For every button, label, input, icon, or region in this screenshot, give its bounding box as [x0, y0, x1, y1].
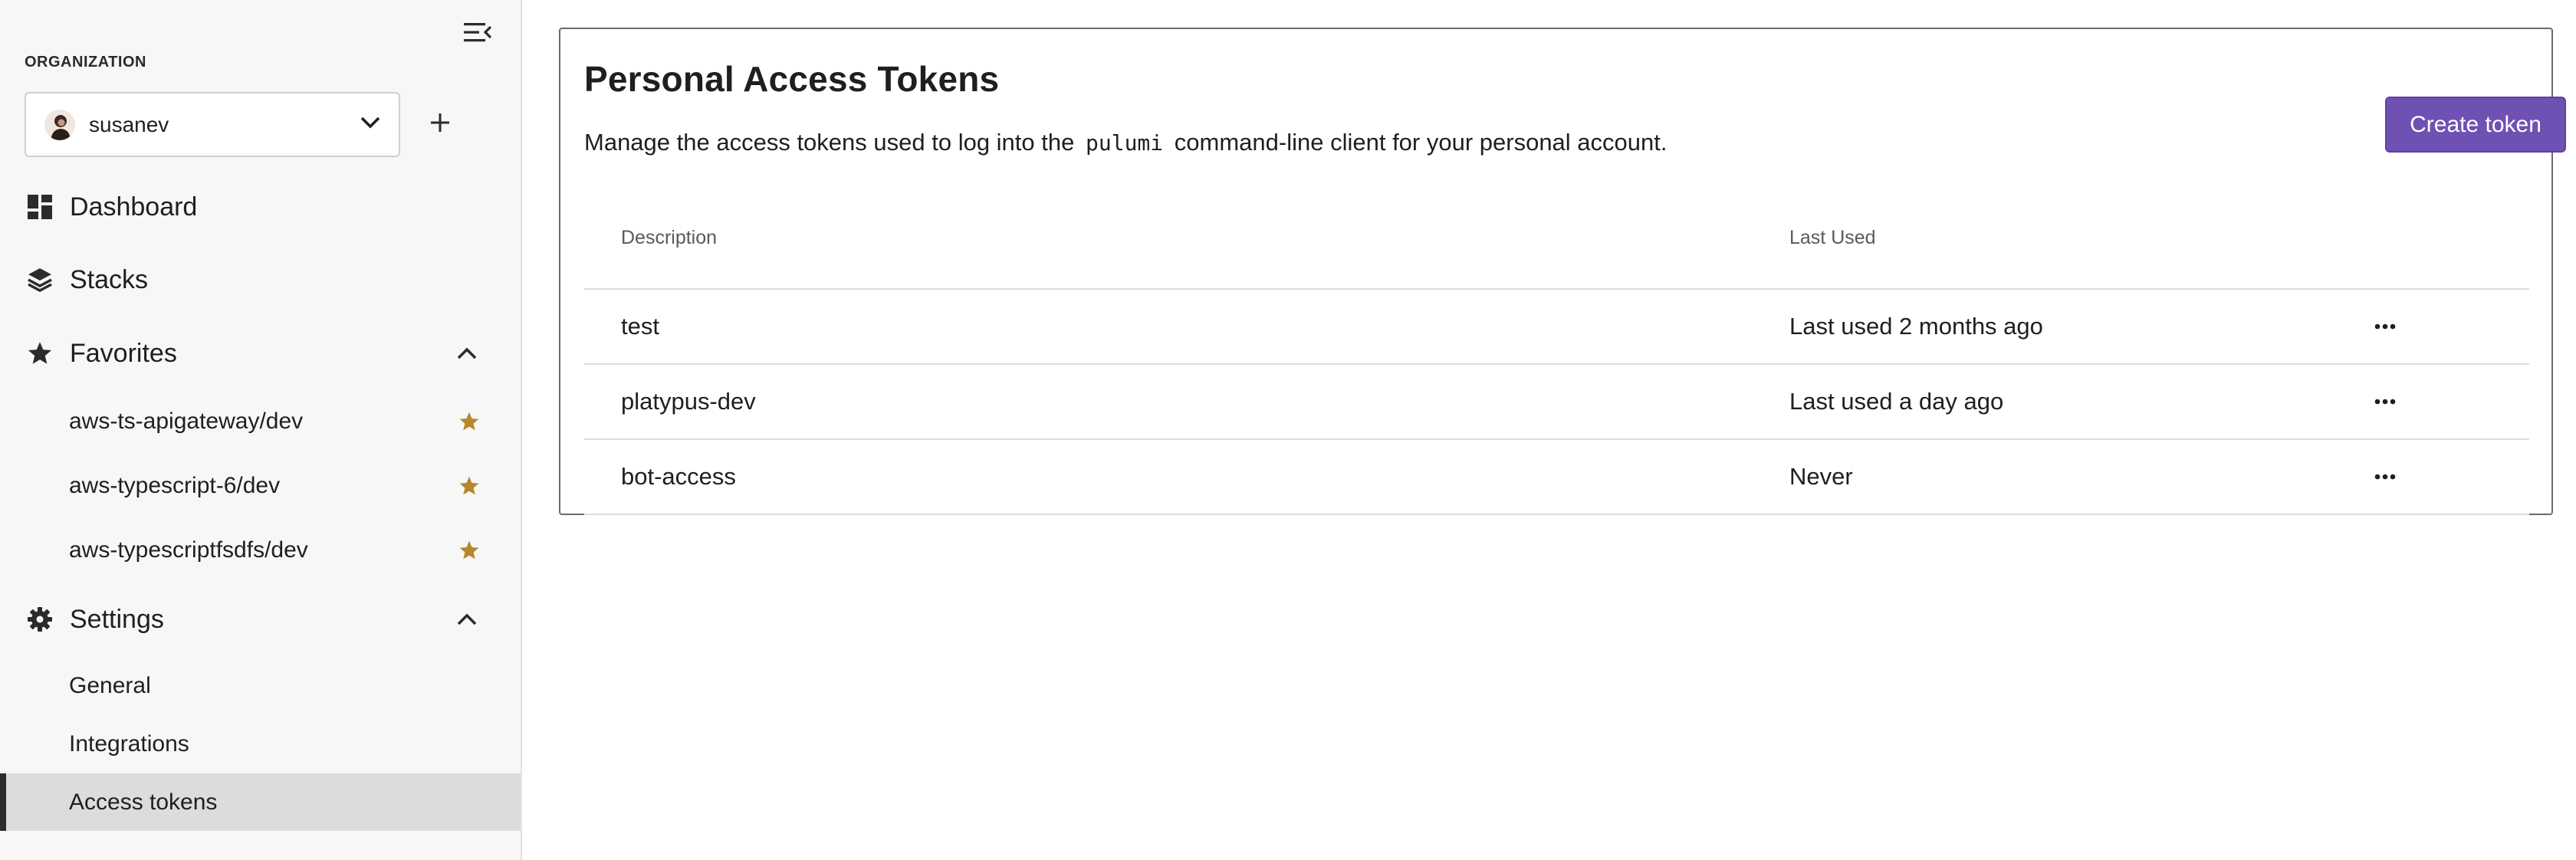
sidebar-item-integrations[interactable]: Integrations	[0, 715, 521, 773]
access-tokens-card: Personal Access Tokens Manage the access…	[559, 28, 2566, 515]
favorite-label: aws-typescript-6/dev	[69, 473, 281, 498]
page-title: Personal Access Tokens	[584, 59, 1000, 99]
more-horizontal-icon[interactable]	[2369, 461, 2401, 492]
column-header-last-used: Last Used	[1789, 227, 1876, 248]
token-description: bot-access	[621, 463, 736, 490]
star-icon	[26, 340, 54, 367]
menu-collapse-icon[interactable]	[460, 17, 495, 48]
star-icon[interactable]	[458, 475, 480, 497]
sidebar-item-access-tokens[interactable]: Access tokens	[0, 773, 521, 831]
nav-item-stacks[interactable]: Stacks	[0, 257, 521, 303]
create-token-button[interactable]: Create token	[2385, 97, 2566, 153]
tokens-table: Description Last Used test Last used 2 m…	[584, 193, 2529, 515]
favorite-label: aws-typescriptfsdfs/dev	[69, 537, 308, 563]
favorite-item[interactable]: aws-ts-apigateway/dev	[0, 395, 521, 448]
organization-name: susanev	[89, 112, 169, 136]
sidebar-item-label: General	[69, 672, 151, 698]
table-header: Description Last Used	[584, 193, 2529, 290]
favorite-label: aws-ts-apigateway/dev	[69, 409, 304, 434]
more-horizontal-icon[interactable]	[2369, 386, 2401, 417]
chevron-down-icon	[359, 115, 382, 134]
sidebar-item-general[interactable]: General	[0, 657, 521, 714]
table-row: platypus-dev Last used a day ago	[584, 365, 2529, 440]
token-last-used: Last used 2 months ago	[1789, 313, 2043, 340]
chevron-up-icon[interactable]	[454, 340, 480, 366]
nav-label-settings: Settings	[70, 604, 164, 634]
organization-label: ORGANIZATION	[25, 54, 146, 71]
nav-label-stacks: Stacks	[70, 264, 149, 294]
column-header-description: Description	[621, 227, 718, 248]
table-row: test Last used 2 months ago	[584, 290, 2529, 365]
dashboard-icon	[26, 193, 54, 221]
organization-select[interactable]: susanev	[25, 92, 400, 157]
favorite-item[interactable]: aws-typescript-6/dev	[0, 459, 521, 513]
add-organization-button[interactable]	[423, 107, 457, 141]
page-description: Manage the access tokens used to log int…	[584, 129, 1668, 156]
description-text-end: command-line client for your personal ac…	[1174, 129, 1668, 156]
nav-label-favorites: Favorites	[70, 338, 177, 368]
cli-name-code: pulumi	[1086, 130, 1164, 156]
star-icon[interactable]	[458, 411, 480, 432]
chevron-up-icon[interactable]	[454, 606, 480, 632]
favorite-item[interactable]: aws-typescriptfsdfs/dev	[0, 524, 521, 577]
table-row: bot-access Never	[584, 440, 2529, 515]
token-description: platypus-dev	[621, 388, 756, 415]
user-avatar	[44, 109, 75, 140]
more-horizontal-icon[interactable]	[2369, 311, 2401, 342]
nav-label-dashboard: Dashboard	[70, 192, 198, 222]
token-last-used: Never	[1789, 463, 1853, 490]
sidebar-item-label: Access tokens	[69, 789, 218, 815]
main-content: Personal Access Tokens Manage the access…	[522, 0, 2576, 860]
star-icon[interactable]	[458, 540, 480, 561]
nav-item-favorites[interactable]: Favorites	[0, 330, 521, 376]
nav-item-dashboard[interactable]: Dashboard	[0, 184, 521, 230]
description-text: Manage the access tokens used to log int…	[584, 129, 1075, 156]
sidebar: ORGANIZATION susanev Dashboard Stacks Fa…	[0, 0, 522, 860]
sidebar-item-label: Integrations	[69, 730, 189, 757]
nav-item-settings[interactable]: Settings	[0, 596, 521, 642]
layers-icon	[26, 266, 54, 294]
token-description: test	[621, 313, 659, 340]
token-last-used: Last used a day ago	[1789, 388, 2004, 415]
gear-icon	[26, 606, 54, 633]
plus-icon	[429, 112, 451, 137]
